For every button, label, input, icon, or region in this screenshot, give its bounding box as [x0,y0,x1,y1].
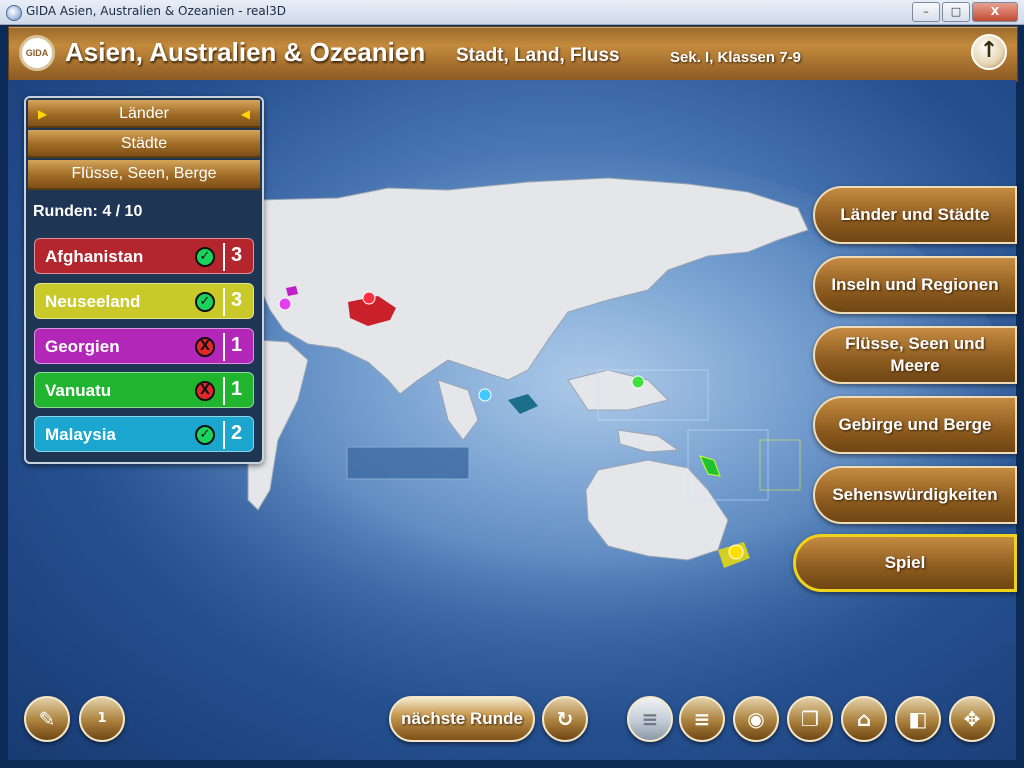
result-name: Neuseeland [45,292,141,311]
page-subtitle: Stadt, Land, Fluss [456,45,620,66]
result-name: Malaysia [45,425,116,444]
app-header: GIDA Asien, Australien & Ozeanien Stadt,… [8,26,1018,82]
podium-label: 1 [97,711,107,726]
grade-level: Sek. I, Klassen 7-9 [670,49,801,66]
up-arrow-button[interactable]: ↑ [971,34,1007,70]
category-laender[interactable]: ▶ Länder ◀ [28,100,260,128]
window-title: GIDA Asien, Australien & Ozeanien - real… [26,4,286,18]
divider [223,377,225,405]
copy-icon[interactable]: ❐ [787,696,833,742]
menu-inseln-und-regionen[interactable]: Inseln und Regionen [813,256,1017,314]
result-points: 1 [231,378,243,400]
new-zealand-marker [728,544,744,560]
minimize-button[interactable]: – [912,2,940,22]
divider [223,421,225,449]
divider [223,243,225,271]
check-icon: ✓ [195,425,215,445]
result-row: Afghanistan ✓ 3 [34,238,254,274]
move-icon[interactable]: ✥ [949,696,995,742]
notepad-icon[interactable]: ✎ [24,696,70,742]
arrow-right-icon: ▶ [38,107,48,121]
quiz-panel: ▶ Länder ◀ Städte Flüsse, Seen, Berge Ru… [24,96,264,464]
result-points: 3 [231,244,243,266]
divider [223,333,225,361]
vanuatu-marker [631,375,645,389]
divider [223,288,225,316]
afghanistan-marker [362,291,376,305]
menu-laender-und-staedte[interactable]: Länder und Städte [813,186,1017,244]
window-controls: – □ X [912,2,1018,22]
list-icon[interactable]: ≡ [679,696,725,742]
result-row: Vanuatu X 1 [34,372,254,408]
result-name: Vanuatu [45,381,112,400]
menu-sehenswuerdigkeiten[interactable]: Sehenswürdigkeiten [813,466,1017,524]
result-row: Georgien X 1 [34,328,254,364]
result-row: Malaysia ✓ 2 [34,416,254,452]
category-staedte[interactable]: Städte [28,130,260,158]
menu-gebirge-und-berge[interactable]: Gebirge und Berge [813,396,1017,454]
rounds-counter: Runden: 4 / 10 [33,203,143,220]
camera-icon[interactable]: ◉ [733,696,779,742]
result-points: 3 [231,289,243,311]
menu-fluesse-seen-meere[interactable]: Flüsse, Seen und Meere [813,326,1017,384]
app-icon [6,5,22,21]
menu-spiel[interactable]: Spiel [793,534,1017,592]
check-icon: ✓ [195,247,215,267]
check-icon: ✓ [195,292,215,312]
arrow-left-icon: ◀ [240,107,250,121]
list-light-icon[interactable]: ≡ [627,696,673,742]
home-icon[interactable]: ⌂ [841,696,887,742]
georgia-marker [278,297,292,311]
category-fluesse[interactable]: Flüsse, Seen, Berge [28,160,260,190]
malaysia-marker [478,388,492,402]
page-title: Asien, Australien & Ozeanien [65,37,426,67]
category-label: Länder [119,105,169,122]
close-button[interactable]: X [972,2,1018,22]
result-name: Georgien [45,337,120,356]
reset-icon[interactable]: ↻ [542,696,588,742]
scale-placeholder [346,446,470,480]
next-round-button[interactable]: nächste Runde [389,696,535,742]
result-name: Afghanistan [45,247,144,266]
maximize-button[interactable]: □ [942,2,970,22]
cross-icon: X [195,381,215,401]
window-icon[interactable]: ◧ [895,696,941,742]
cross-icon: X [195,337,215,357]
podium-icon[interactable]: 1 [79,696,125,742]
window-title-bar: GIDA Asien, Australien & Ozeanien - real… [0,0,1024,25]
result-row: Neuseeland ✓ 3 [34,283,254,319]
gida-logo: GIDA [19,35,55,71]
result-points: 1 [231,334,243,356]
result-points: 2 [231,422,243,444]
